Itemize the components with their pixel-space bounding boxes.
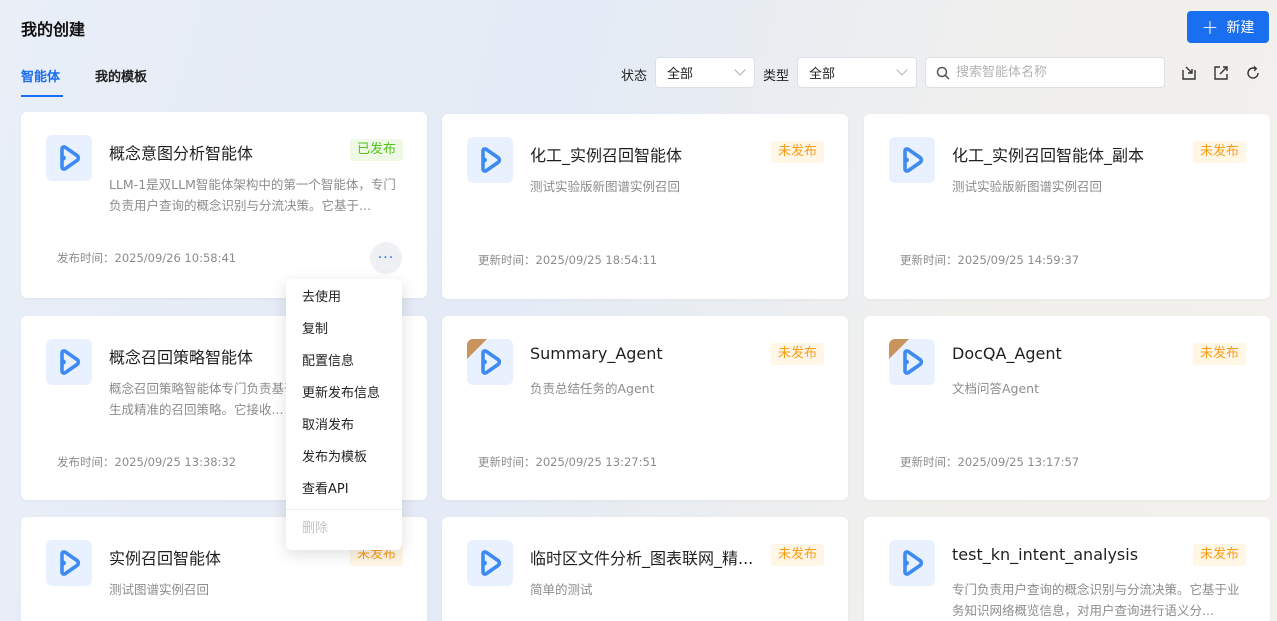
tab-my-templates[interactable]: 我的模板 bbox=[95, 66, 147, 85]
agent-logo-icon bbox=[60, 550, 81, 576]
export-icon[interactable] bbox=[1212, 64, 1230, 82]
menu-item-view-api[interactable]: 查看API bbox=[286, 474, 402, 506]
agent-name[interactable]: 化工_实例召回智能体_副本 bbox=[952, 142, 1144, 166]
type-select[interactable]: 全部 bbox=[797, 57, 917, 88]
agent-logo bbox=[467, 137, 513, 183]
agent-name[interactable]: 概念召回策略智能体 bbox=[109, 344, 253, 368]
agent-description: 文档问答Agent bbox=[952, 381, 1039, 396]
agent-card[interactable]: 临时区文件分析_图表联网_精... 未发布 简单的测试 bbox=[442, 517, 848, 621]
menu-item-use[interactable]: 去使用 bbox=[286, 282, 402, 314]
agent-logo bbox=[889, 540, 935, 586]
chevron-down-icon bbox=[896, 64, 908, 76]
status-select-value: 全部 bbox=[667, 67, 694, 82]
status-badge: 未发布 bbox=[770, 141, 824, 163]
template-ribbon-icon bbox=[467, 339, 487, 359]
agent-logo bbox=[46, 540, 92, 586]
refresh-icon[interactable] bbox=[1244, 64, 1262, 82]
status-badge: 未发布 bbox=[1192, 544, 1246, 566]
agent-logo-icon bbox=[60, 349, 81, 375]
agent-name[interactable]: Summary_Agent bbox=[530, 344, 663, 363]
update-time: 更新时间：2025/09/25 13:27:51 bbox=[478, 455, 658, 469]
plus-icon: + bbox=[1201, 15, 1219, 39]
agent-logo-icon bbox=[60, 145, 81, 171]
agent-logo bbox=[889, 137, 935, 183]
card-actions-menu: 去使用 复制 配置信息 更新发布信息 取消发布 发布为模板 查看API 删除 bbox=[286, 279, 402, 550]
status-select[interactable]: 全部 bbox=[655, 57, 755, 88]
agent-name[interactable]: 化工_实例召回智能体 bbox=[530, 142, 682, 166]
agent-description: 测试图谱实例召回 bbox=[109, 582, 210, 597]
agent-description: 负责总结任务的Agent bbox=[530, 381, 655, 396]
search-box[interactable] bbox=[925, 57, 1165, 88]
publish-time: 发布时间：2025/09/25 13:38:32 bbox=[57, 455, 237, 469]
publish-time: 发布时间：2025/09/26 10:58:41 bbox=[57, 251, 237, 265]
active-tab-indicator bbox=[21, 95, 63, 97]
new-button-label: 新建 bbox=[1226, 20, 1255, 36]
agent-card[interactable]: 概念意图分析智能体 已发布 LLM-1是双LLM智能体架构中的第一个智能体，专门… bbox=[21, 112, 427, 298]
status-badge: 未发布 bbox=[770, 343, 824, 365]
agent-card[interactable]: 化工_实例召回智能体_副本 未发布 测试实验版新图谱实例召回 更新时间：2025… bbox=[864, 114, 1270, 299]
agent-card[interactable]: Summary_Agent 未发布 负责总结任务的Agent 更新时间：2025… bbox=[442, 316, 848, 500]
agent-logo bbox=[46, 135, 92, 181]
menu-item-config[interactable]: 配置信息 bbox=[286, 346, 402, 378]
update-time: 更新时间：2025/09/25 14:59:37 bbox=[900, 253, 1080, 267]
menu-divider bbox=[286, 509, 402, 510]
status-badge: 已发布 bbox=[349, 139, 403, 161]
status-filter-label: 状态 bbox=[621, 69, 648, 84]
status-badge: 未发布 bbox=[770, 544, 824, 566]
agent-name[interactable]: test_kn_intent_analysis bbox=[952, 545, 1138, 564]
agent-card[interactable]: DocQA_Agent 未发布 文档问答Agent 更新时间：2025/09/2… bbox=[864, 316, 1270, 500]
search-input[interactable] bbox=[956, 65, 1156, 80]
new-agent-button[interactable]: + 新建 bbox=[1187, 11, 1269, 43]
agent-name[interactable]: 实例召回智能体 bbox=[109, 545, 221, 569]
update-time: 更新时间：2025/09/25 18:54:11 bbox=[478, 253, 658, 267]
import-icon[interactable] bbox=[1180, 64, 1198, 82]
search-icon bbox=[936, 66, 950, 80]
agent-description: 简单的测试 bbox=[530, 582, 593, 597]
menu-item-copy[interactable]: 复制 bbox=[286, 314, 402, 346]
agent-logo-icon bbox=[903, 147, 924, 173]
agent-description: LLM-1是双LLM智能体架构中的第一个智能体，专门负责用户查询的概念识别与分流… bbox=[109, 177, 396, 213]
agent-card[interactable]: 化工_实例召回智能体 未发布 测试实验版新图谱实例召回 更新时间：2025/09… bbox=[442, 114, 848, 299]
menu-item-publish-template[interactable]: 发布为模板 bbox=[286, 442, 402, 474]
type-filter-label: 类型 bbox=[763, 69, 790, 84]
menu-item-unpublish[interactable]: 取消发布 bbox=[286, 410, 402, 442]
agent-description: 测试实验版新图谱实例召回 bbox=[530, 179, 681, 194]
agent-name[interactable]: DocQA_Agent bbox=[952, 344, 1062, 363]
update-time: 更新时间：2025/09/25 13:17:57 bbox=[900, 455, 1080, 469]
agent-card[interactable]: test_kn_intent_analysis 未发布 专门负责用户查询的概念识… bbox=[864, 517, 1270, 621]
menu-item-delete: 删除 bbox=[302, 521, 329, 536]
agent-logo bbox=[467, 339, 513, 385]
agent-name[interactable]: 概念意图分析智能体 bbox=[109, 140, 253, 164]
status-badge: 未发布 bbox=[1192, 141, 1246, 163]
agent-logo-icon bbox=[481, 147, 502, 173]
chevron-down-icon bbox=[734, 64, 746, 76]
agent-logo-icon bbox=[481, 550, 502, 576]
agent-description: 专门负责用户查询的概念识别与分流决策。它基于业务知识网络概览信息，对用户查询进行… bbox=[952, 582, 1240, 618]
agent-logo-icon bbox=[903, 550, 924, 576]
menu-item-update-publish[interactable]: 更新发布信息 bbox=[286, 378, 402, 410]
page-title: 我的创建 bbox=[21, 20, 86, 39]
agent-name[interactable]: 临时区文件分析_图表联网_精... bbox=[530, 545, 752, 569]
more-actions-button[interactable]: ··· bbox=[370, 242, 402, 274]
tab-agents[interactable]: 智能体 bbox=[21, 66, 60, 85]
agent-logo bbox=[46, 339, 92, 385]
type-select-value: 全部 bbox=[809, 67, 836, 82]
agent-logo bbox=[467, 540, 513, 586]
template-ribbon-icon bbox=[889, 339, 909, 359]
agent-logo bbox=[889, 339, 935, 385]
status-badge: 未发布 bbox=[1192, 343, 1246, 365]
agent-description: 测试实验版新图谱实例召回 bbox=[952, 179, 1103, 194]
